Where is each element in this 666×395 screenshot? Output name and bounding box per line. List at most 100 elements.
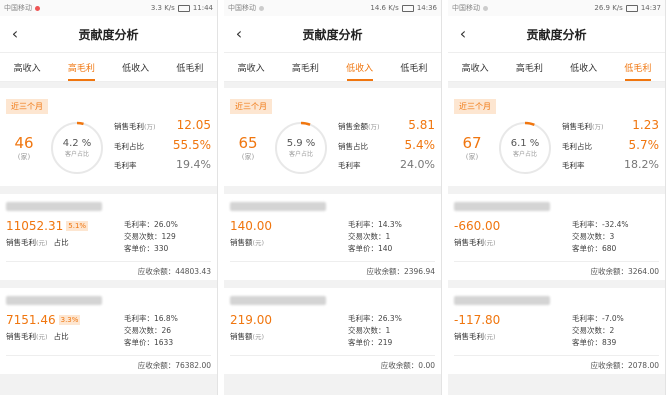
back-arrow-icon[interactable]: ‹: [230, 24, 248, 43]
customer-name-blurred: [454, 202, 550, 211]
tab-high-revenue[interactable]: 高收入: [448, 53, 502, 81]
period-badge[interactable]: 近三个月: [230, 99, 272, 114]
metric-unit: (万): [144, 123, 156, 131]
tab-low-revenue[interactable]: 低收入: [557, 53, 611, 81]
customer-count-unit: (家): [17, 153, 31, 161]
card-value: 219.00: [230, 313, 272, 327]
metric-value: 18.2%: [624, 158, 659, 171]
phone-screen-2: 中国移动 14.6 K/s 14:36 ‹ 贡献度分析 高收入 高毛利 低收入 低…: [224, 0, 442, 395]
battery-icon: [625, 4, 638, 12]
back-arrow-icon[interactable]: ‹: [6, 24, 24, 43]
customer-count-value: 46: [14, 134, 34, 152]
metric-label: 毛利率: [338, 161, 361, 170]
share-badge: 3.3%: [58, 315, 81, 325]
metric-label: 销售毛利: [562, 122, 592, 131]
card-value-unit: (元): [36, 239, 48, 247]
receivable-balance: 应收余额：76382.00: [6, 355, 211, 374]
unit-price: 客单价：839: [572, 338, 617, 347]
card-value: 11052.31: [6, 219, 64, 233]
app-header: ‹ 贡献度分析: [224, 16, 441, 53]
margin-rate: 毛利率：16.8%: [124, 314, 178, 323]
unit-price: 客单价：140: [348, 244, 393, 253]
customer-card[interactable]: 7151.46 3.3% 销售毛利(元) 占比 毛利率：16.8% 交易次数：26 …: [0, 288, 217, 374]
notification-icon: [483, 5, 488, 11]
tab-low-revenue[interactable]: 低收入: [333, 53, 387, 81]
customer-card[interactable]: 219.00 销售额(元) 毛利率：26.3% 交易次数：1 客单价：219 应…: [224, 288, 441, 374]
customer-count: 67 (家): [448, 134, 496, 162]
summary-panel: 近三个月 46 (家) 4.2 % 客户占比 销售毛利(万) 12.05 毛利占…: [0, 88, 217, 186]
customer-card[interactable]: 140.00 销售额(元) 毛利率：14.3% 交易次数：1 客单价：140 应…: [224, 194, 441, 280]
tab-high-margin[interactable]: 高毛利: [278, 53, 332, 81]
metrics-list: 销售毛利(万) 12.05 毛利占比 55.5% 毛利率 19.4%: [106, 118, 217, 178]
status-bar: 中国移动 14.6 K/s 14:36: [224, 0, 441, 16]
tab-bar: 高收入 高毛利 低收入 低毛利: [224, 53, 441, 82]
tab-low-margin[interactable]: 低毛利: [387, 53, 441, 81]
trade-count: 交易次数：3: [572, 232, 615, 241]
page-title: 贡献度分析: [302, 27, 363, 42]
tab-high-revenue[interactable]: 高收入: [224, 53, 278, 81]
tab-low-margin[interactable]: 低毛利: [611, 53, 665, 81]
trade-count: 交易次数：129: [124, 232, 176, 241]
metric-value: 5.81: [408, 118, 435, 132]
card-value-unit: (元): [484, 239, 496, 247]
tab-high-margin[interactable]: 高毛利: [502, 53, 556, 81]
unit-price: 客单价：1633: [124, 338, 174, 347]
status-bar: 中国移动 26.9 K/s 14:37: [448, 0, 665, 16]
app-header: ‹ 贡献度分析: [0, 16, 217, 53]
card-value-unit: (元): [252, 239, 265, 247]
metric-value: 19.4%: [176, 158, 211, 171]
trade-count: 交易次数：26: [124, 326, 172, 335]
metrics-list: 销售金额(万) 5.81 销售占比 5.4% 毛利率 24.0%: [330, 118, 441, 178]
card-value-label: 销售毛利: [454, 332, 484, 341]
card-value: 7151.46: [6, 313, 56, 327]
ring-label: 客户占比: [512, 151, 537, 158]
metric-label: 毛利率: [562, 161, 585, 170]
metric-value: 5.7%: [628, 138, 660, 152]
metric-value: 5.4%: [404, 138, 436, 152]
customer-count-unit: (家): [465, 153, 479, 161]
ring-label: 客户占比: [64, 151, 89, 158]
customer-card[interactable]: -660.00 销售毛利(元) 毛利率：-32.4% 交易次数：3 客单价：68…: [448, 194, 665, 280]
back-arrow-icon[interactable]: ‹: [454, 24, 472, 43]
card-value: -660.00: [454, 219, 501, 233]
customer-share-ring: 4.2 % 客户占比: [48, 119, 106, 177]
customer-name-blurred: [230, 296, 326, 305]
customer-count: 65 (家): [224, 134, 272, 162]
tab-low-revenue[interactable]: 低收入: [109, 53, 163, 81]
clock: 14:37: [640, 4, 661, 12]
network-speed: 14.6 K/s: [370, 4, 399, 12]
metric-label: 毛利率: [114, 161, 137, 170]
app-header: ‹ 贡献度分析: [448, 16, 665, 53]
receivable-balance: 应收余额：3264.00: [454, 261, 659, 280]
period-badge[interactable]: 近三个月: [454, 99, 496, 114]
customer-count-unit: (家): [241, 153, 255, 161]
customer-name-blurred: [6, 296, 102, 305]
phone-screen-3: 中国移动 26.9 K/s 14:37 ‹ 贡献度分析 高收入 高毛利 低收入 低…: [448, 0, 666, 395]
battery-icon: [401, 4, 414, 12]
share-badge: 5.1%: [66, 221, 89, 231]
tab-high-revenue[interactable]: 高收入: [0, 53, 54, 81]
ring-percentage: 6.1 %: [510, 138, 540, 149]
notification-icon: [35, 5, 40, 11]
ring-label: 客户占比: [288, 151, 313, 158]
customer-card[interactable]: 11052.31 5.1% 销售毛利(元) 占比 毛利率：26.0% 交易次数：12…: [0, 194, 217, 280]
margin-rate: 毛利率：-7.0%: [572, 314, 624, 323]
tab-bar: 高收入 高毛利 低收入 低毛利: [0, 53, 217, 82]
customer-card[interactable]: -117.80 销售毛利(元) 毛利率：-7.0% 交易次数：2 客单价：839…: [448, 288, 665, 374]
card-value: 140.00: [230, 219, 272, 233]
period-badge[interactable]: 近三个月: [6, 99, 48, 114]
customer-share-ring: 5.9 % 客户占比: [272, 119, 330, 177]
tab-high-margin[interactable]: 高毛利: [54, 53, 108, 81]
card-value: -117.80: [454, 313, 501, 327]
customer-count-value: 65: [238, 134, 258, 152]
clock: 14:36: [416, 4, 437, 12]
receivable-balance: 应收余额：44803.43: [6, 261, 211, 280]
tab-low-margin[interactable]: 低毛利: [163, 53, 217, 81]
unit-price: 客单价：680: [572, 244, 617, 253]
metric-label: 销售占比: [338, 142, 368, 151]
metric-unit: (万): [592, 123, 604, 131]
metric-label: 销售毛利: [114, 122, 144, 131]
customer-count-value: 67: [462, 134, 482, 152]
page-title: 贡献度分析: [78, 27, 139, 42]
metric-label: 毛利占比: [562, 142, 592, 151]
